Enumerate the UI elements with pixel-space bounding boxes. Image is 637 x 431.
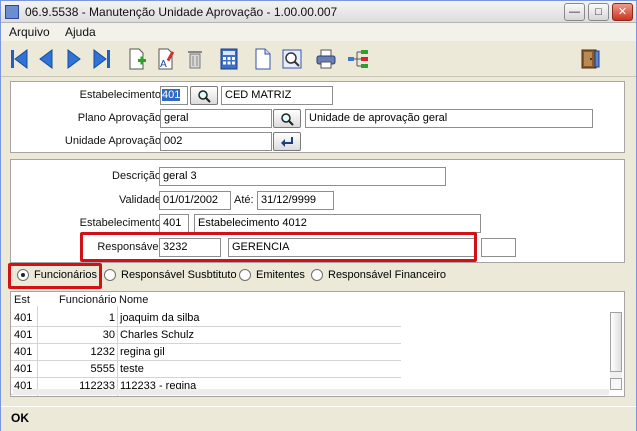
title-bar: 06.9.5538 - Manutenção Unidade Aprovação… bbox=[1, 1, 636, 23]
responsavel-extra-field bbox=[481, 238, 516, 257]
print-preview-icon[interactable] bbox=[280, 46, 304, 72]
document-icon[interactable] bbox=[251, 46, 275, 72]
radio-dot bbox=[239, 269, 251, 281]
cell-funcionario: 30 bbox=[102, 329, 115, 341]
detail-estabelecimento-name-field: Estabelecimento 4012 bbox=[194, 214, 481, 233]
plano-aprovacao-field[interactable]: geral bbox=[160, 109, 272, 128]
scroll-down-button[interactable] bbox=[610, 378, 622, 390]
validade-end-field[interactable]: 31/12/9999 bbox=[257, 191, 334, 210]
radio-label: Responsável Susbtituto bbox=[121, 269, 237, 281]
cell-est: 401 bbox=[14, 346, 33, 358]
menu-bar: Arquivo Ajuda bbox=[1, 23, 636, 41]
radio-responsavel-financeiro[interactable]: Responsável Financeiro bbox=[311, 269, 446, 281]
unidade-aprovacao-label: Unidade Aprovação: bbox=[64, 135, 164, 147]
table-row[interactable]: 401 30 Charles Schulz bbox=[11, 327, 401, 344]
delete-record-icon[interactable] bbox=[183, 46, 207, 72]
cell-funcionario: 5555 bbox=[90, 363, 115, 375]
table-row[interactable]: 401 1232 regina gil bbox=[11, 344, 401, 361]
detail-panel: Descrição: geral 3 Validade: 01/01/2002 … bbox=[10, 159, 625, 263]
estabelecimento-search-button[interactable] bbox=[190, 86, 218, 105]
enter-arrow-icon bbox=[281, 136, 293, 147]
horizontal-scrollbar[interactable] bbox=[13, 389, 609, 395]
funcionarios-table: Est Funcionário Nome 401 1 joaquim da si… bbox=[10, 291, 625, 397]
responsavel-code-field[interactable]: 3232 bbox=[159, 238, 221, 257]
calculator-icon[interactable] bbox=[217, 46, 241, 72]
first-record-icon[interactable] bbox=[7, 46, 31, 72]
table-row[interactable]: 401 1 joaquim da silba bbox=[11, 310, 401, 327]
column-header-funcionario[interactable]: Funcionário bbox=[59, 294, 116, 306]
vertical-scrollbar[interactable] bbox=[610, 312, 622, 390]
status-bar: OK bbox=[1, 406, 636, 431]
previous-record-icon[interactable] bbox=[34, 46, 58, 72]
radio-responsavel-substituto[interactable]: Responsável Susbtituto bbox=[104, 269, 237, 281]
detail-estabelecimento-code-field[interactable]: 401 bbox=[159, 214, 189, 233]
tree-structure-icon[interactable] bbox=[346, 46, 370, 72]
radio-label: Funcionários bbox=[34, 269, 97, 281]
toolbar: A bbox=[1, 41, 636, 77]
radio-dot bbox=[311, 269, 323, 281]
estabelecimento-code-field[interactable]: 401 bbox=[160, 86, 188, 105]
unidade-aprovacao-field[interactable]: 002 bbox=[160, 132, 272, 151]
cell-est: 401 bbox=[14, 329, 33, 341]
cell-est: 401 bbox=[14, 363, 33, 375]
detail-estabelecimento-label: Estabelecimento: bbox=[79, 217, 164, 229]
minimize-button[interactable]: — bbox=[564, 3, 585, 21]
table-row[interactable]: 401 5555 teste bbox=[11, 361, 401, 378]
cell-funcionario: 1 bbox=[108, 312, 115, 324]
radio-label: Responsável Financeiro bbox=[328, 269, 447, 281]
plano-aprovacao-label: Plano Aprovação: bbox=[77, 112, 164, 124]
plano-name-field: Unidade de aprovação geral bbox=[305, 109, 593, 128]
column-header-nome[interactable]: Nome bbox=[119, 294, 148, 306]
search-icon bbox=[198, 89, 211, 103]
exit-door-icon[interactable] bbox=[578, 46, 602, 72]
menu-ajuda[interactable]: Ajuda bbox=[65, 25, 96, 39]
descricao-label: Descrição: bbox=[112, 170, 164, 182]
validade-start-field[interactable]: 01/01/2002 bbox=[159, 191, 231, 210]
status-text: OK bbox=[11, 411, 29, 425]
menu-arquivo[interactable]: Arquivo bbox=[9, 25, 50, 39]
last-record-icon[interactable] bbox=[90, 46, 114, 72]
cell-nome: Charles Schulz bbox=[120, 329, 194, 341]
cell-nome: teste bbox=[120, 363, 144, 375]
print-icon[interactable] bbox=[314, 46, 338, 72]
cell-nome: joaquim da silba bbox=[120, 312, 200, 324]
column-header-est[interactable]: Est bbox=[14, 294, 30, 306]
next-record-icon[interactable] bbox=[62, 46, 86, 72]
descricao-field[interactable]: geral 3 bbox=[159, 167, 446, 186]
radio-funcionarios[interactable]: Funcionários bbox=[17, 269, 97, 281]
estabelecimento-name-field: CED MATRIZ bbox=[221, 86, 333, 105]
close-button[interactable]: ✕ bbox=[612, 3, 633, 21]
responsavel-label: Responsável: bbox=[97, 241, 164, 253]
plano-search-button[interactable] bbox=[273, 109, 301, 128]
estabelecimento-label: Estabelecimento: bbox=[79, 89, 164, 101]
header-panel: Estabelecimento: 401 CED MATRIZ Plano Ap… bbox=[10, 81, 625, 153]
unidade-go-button[interactable] bbox=[273, 132, 301, 151]
radio-label: Emitentes bbox=[256, 269, 305, 281]
new-record-icon[interactable] bbox=[125, 46, 149, 72]
app-icon bbox=[5, 5, 19, 19]
cell-funcionario: 1232 bbox=[90, 346, 115, 358]
radio-dot-selected bbox=[17, 269, 29, 281]
window-title: 06.9.5538 - Manutenção Unidade Aprovação… bbox=[25, 5, 338, 19]
cell-est: 401 bbox=[14, 312, 33, 324]
radio-emitentes[interactable]: Emitentes bbox=[239, 269, 305, 281]
ate-label: Até: bbox=[234, 194, 254, 206]
maximize-button[interactable]: □ bbox=[588, 3, 609, 21]
scrollbar-thumb[interactable] bbox=[610, 312, 622, 372]
search-icon bbox=[281, 112, 294, 126]
main-window: 06.9.5538 - Manutenção Unidade Aprovação… bbox=[0, 0, 637, 431]
radio-dot bbox=[104, 269, 116, 281]
cell-nome: regina gil bbox=[120, 346, 165, 358]
responsavel-name-field: GERENCIA bbox=[228, 238, 476, 257]
edit-record-icon[interactable]: A bbox=[154, 46, 178, 72]
validade-label: Validade: bbox=[118, 194, 164, 206]
svg-text:A: A bbox=[160, 59, 167, 70]
